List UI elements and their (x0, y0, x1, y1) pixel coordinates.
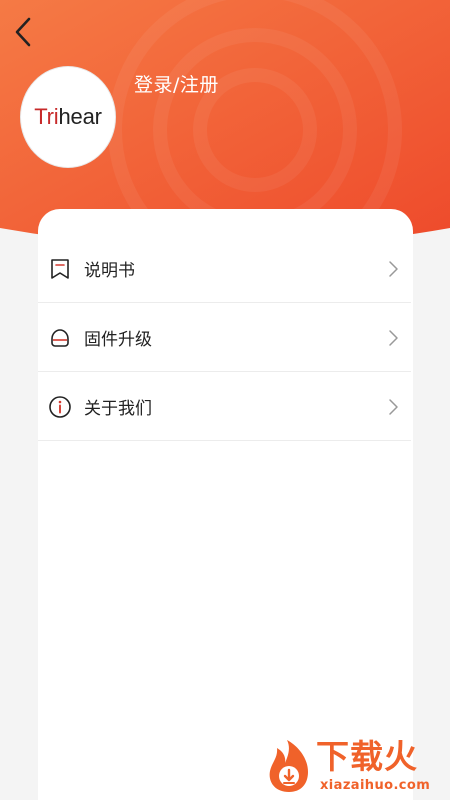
watermark-subtitle: xiazaihuo.com (320, 778, 431, 793)
login-register-link[interactable]: 登录/注册 (134, 70, 219, 97)
screen: Trihear 登录/注册 说明书 固件升级 关于我们 下载火 xiazaihu… (0, 0, 450, 800)
chevron-right-icon (389, 329, 398, 346)
manual-icon (51, 258, 69, 279)
chevron-right-icon (389, 398, 398, 415)
avatar[interactable]: Trihear (20, 66, 116, 168)
watermark: 下载火 xiazaihuo.com (262, 738, 447, 798)
watermark-title: 下载火 (316, 737, 418, 776)
trihear-logo: Trihear (34, 104, 102, 129)
back-button[interactable] (10, 14, 40, 50)
menu-item-firmware[interactable]: 固件升级 (38, 304, 411, 372)
info-icon (49, 395, 71, 418)
logo-prefix: Tri (34, 104, 59, 129)
logo-suffix: hear (58, 104, 102, 129)
chevron-right-icon (389, 260, 398, 277)
back-arrow-icon (15, 17, 31, 47)
menu-item-about[interactable]: 关于我们 (38, 373, 411, 441)
firmware-icon (51, 328, 69, 347)
menu-label: 关于我们 (84, 399, 152, 419)
menu-item-manual[interactable]: 说明书 (38, 235, 411, 303)
flame-download-icon (269, 740, 308, 792)
menu-label: 固件升级 (84, 330, 152, 350)
menu-label: 说明书 (84, 261, 135, 281)
menu-card: 说明书 固件升级 关于我们 (38, 209, 413, 800)
